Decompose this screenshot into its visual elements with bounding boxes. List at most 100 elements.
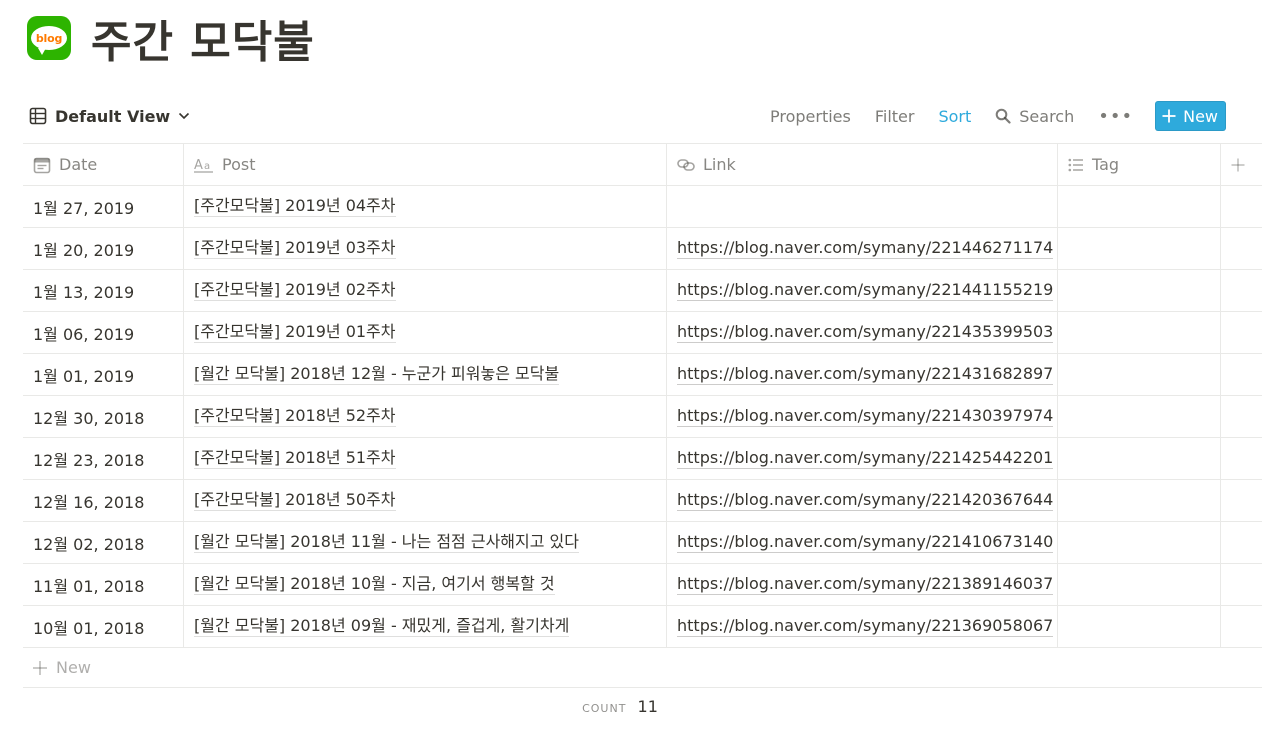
table-row[interactable]: 1월 01, 2019 [월간 모닥불] 2018년 12월 - 누군가 피워놓은… xyxy=(23,354,1262,396)
column-header-date[interactable]: Date xyxy=(23,144,184,185)
calendar-icon xyxy=(33,157,51,173)
add-row-button[interactable]: New xyxy=(23,648,1262,688)
date-cell[interactable]: 1월 01, 2019 xyxy=(23,354,184,395)
empty-cell xyxy=(1221,522,1262,563)
empty-cell xyxy=(1221,606,1262,647)
tag-cell[interactable] xyxy=(1058,522,1221,563)
link-cell[interactable]: https://blog.naver.com/symany/2213690580… xyxy=(667,606,1058,647)
date-cell[interactable]: 12월 23, 2018 xyxy=(23,438,184,479)
naver-blog-icon[interactable]: blog xyxy=(27,16,71,60)
column-label: Date xyxy=(59,155,98,174)
post-cell[interactable]: [월간 모닥불] 2018년 12월 - 누군가 피워놓은 모닥불 xyxy=(184,354,667,395)
link-url: https://blog.naver.com/symany/2213690580… xyxy=(677,616,1054,637)
new-button-label: New xyxy=(1183,106,1218,126)
table-row[interactable]: 1월 27, 2019 [주간모닥불] 2019년 04주차 xyxy=(23,186,1262,228)
post-cell[interactable]: [주간모닥불] 2018년 52주차 xyxy=(184,396,667,437)
chevron-down-icon xyxy=(179,112,190,120)
link-cell[interactable] xyxy=(667,186,1058,227)
search-button[interactable]: Search xyxy=(983,101,1086,131)
empty-cell xyxy=(1221,186,1262,227)
search-icon xyxy=(995,108,1011,124)
date-value: 10월 01, 2018 xyxy=(33,618,145,638)
link-cell[interactable]: https://blog.naver.com/symany/2213891460… xyxy=(667,564,1058,605)
post-cell[interactable]: [월간 모닥불] 2018년 10월 - 지금, 여기서 행복할 것 xyxy=(184,564,667,605)
plus-icon xyxy=(1231,158,1244,171)
table-row[interactable]: 12월 16, 2018 [주간모닥불] 2018년 50주차 https://bl… xyxy=(23,480,1262,522)
tag-cell[interactable] xyxy=(1058,186,1221,227)
table-row[interactable]: 1월 13, 2019 [주간모닥불] 2019년 02주차 https://blo… xyxy=(23,270,1262,312)
table-row[interactable]: 1월 20, 2019 [주간모닥불] 2019년 03주차 https://blo… xyxy=(23,228,1262,270)
count-label: COUNT xyxy=(582,702,627,715)
link-cell[interactable]: https://blog.naver.com/symany/2214411552… xyxy=(667,270,1058,311)
table-row[interactable]: 1월 06, 2019 [주간모닥불] 2019년 01주차 https://blo… xyxy=(23,312,1262,354)
count-value: 11 xyxy=(637,697,658,716)
table-row[interactable]: 10월 01, 2018 [월간 모닥불] 2018년 09월 - 재밌게, 즐겁… xyxy=(23,606,1262,648)
link-cell[interactable]: https://blog.naver.com/symany/2214254422… xyxy=(667,438,1058,479)
filter-button[interactable]: Filter xyxy=(863,101,927,131)
tag-cell[interactable] xyxy=(1058,564,1221,605)
date-cell[interactable]: 12월 16, 2018 xyxy=(23,480,184,521)
add-property-button[interactable] xyxy=(1221,144,1262,185)
tag-cell[interactable] xyxy=(1058,312,1221,353)
date-cell[interactable]: 1월 20, 2019 xyxy=(23,228,184,269)
sort-button[interactable]: Sort xyxy=(926,101,983,131)
post-cell[interactable]: [주간모닥불] 2018년 51주차 xyxy=(184,438,667,479)
column-header-link[interactable]: Link xyxy=(667,144,1058,185)
list-icon xyxy=(1068,158,1083,171)
tag-cell[interactable] xyxy=(1058,228,1221,269)
svg-text:a: a xyxy=(204,161,210,172)
date-value: 1월 13, 2019 xyxy=(33,282,135,302)
post-cell[interactable]: [월간 모닥불] 2018년 11월 - 나는 점점 근사해지고 있다 xyxy=(184,522,667,563)
page-title[interactable]: 주간 모닥불 xyxy=(91,6,315,70)
add-row-label: New xyxy=(56,658,91,677)
tag-cell[interactable] xyxy=(1058,480,1221,521)
post-title: [주간모닥불] 2019년 04주차 xyxy=(194,196,396,217)
empty-cell xyxy=(1221,312,1262,353)
search-label: Search xyxy=(1019,106,1075,126)
post-cell[interactable]: [월간 모닥불] 2018년 09월 - 재밌게, 즐겁게, 활기차게 xyxy=(184,606,667,647)
table-body: 1월 27, 2019 [주간모닥불] 2019년 04주차 1월 20, 2019… xyxy=(23,186,1262,648)
date-cell[interactable]: 12월 30, 2018 xyxy=(23,396,184,437)
post-title: [주간모닥불] 2018년 52주차 xyxy=(194,406,396,427)
link-cell[interactable]: https://blog.naver.com/symany/2214353995… xyxy=(667,312,1058,353)
view-selector-button[interactable]: Default View xyxy=(23,101,204,131)
link-cell[interactable]: https://blog.naver.com/symany/2214106731… xyxy=(667,522,1058,563)
link-cell[interactable]: https://blog.naver.com/symany/2214303979… xyxy=(667,396,1058,437)
date-cell[interactable]: 11월 01, 2018 xyxy=(23,564,184,605)
tag-cell[interactable] xyxy=(1058,396,1221,437)
table-row[interactable]: 12월 30, 2018 [주간모닥불] 2018년 52주차 https://bl… xyxy=(23,396,1262,438)
tag-cell[interactable] xyxy=(1058,606,1221,647)
post-cell[interactable]: [주간모닥불] 2019년 04주차 xyxy=(184,186,667,227)
tag-cell[interactable] xyxy=(1058,270,1221,311)
post-cell[interactable]: [주간모닥불] 2019년 03주차 xyxy=(184,228,667,269)
properties-button[interactable]: Properties xyxy=(758,101,863,131)
link-url: https://blog.naver.com/symany/2214203676… xyxy=(677,490,1054,511)
post-cell[interactable]: [주간모닥불] 2018년 50주차 xyxy=(184,480,667,521)
count-footer: COUNT 11 xyxy=(0,697,1240,716)
table-row[interactable]: 12월 23, 2018 [주간모닥불] 2018년 51주차 https://bl… xyxy=(23,438,1262,480)
date-cell[interactable]: 12월 02, 2018 xyxy=(23,522,184,563)
link-cell[interactable]: https://blog.naver.com/symany/2214316828… xyxy=(667,354,1058,395)
database-table: Date A a Post Link Tag 1월 27, 2019 [주간모닥… xyxy=(23,143,1262,688)
table-row[interactable]: 11월 01, 2018 [월간 모닥불] 2018년 10월 - 지금, 여기서… xyxy=(23,564,1262,606)
tag-cell[interactable] xyxy=(1058,438,1221,479)
date-cell[interactable]: 1월 06, 2019 xyxy=(23,312,184,353)
link-cell[interactable]: https://blog.naver.com/symany/2214462711… xyxy=(667,228,1058,269)
post-cell[interactable]: [주간모닥불] 2019년 01주차 xyxy=(184,312,667,353)
date-cell[interactable]: 1월 27, 2019 xyxy=(23,186,184,227)
empty-cell xyxy=(1221,354,1262,395)
post-cell[interactable]: [주간모닥불] 2019년 02주차 xyxy=(184,270,667,311)
table-row[interactable]: 12월 02, 2018 [월간 모닥불] 2018년 11월 - 나는 점점 근… xyxy=(23,522,1262,564)
speech-bubble: blog xyxy=(31,26,67,55)
link-cell[interactable]: https://blog.naver.com/symany/2214203676… xyxy=(667,480,1058,521)
column-header-post[interactable]: A a Post xyxy=(184,144,667,185)
date-cell[interactable]: 10월 01, 2018 xyxy=(23,606,184,647)
date-value: 12월 30, 2018 xyxy=(33,408,145,428)
more-options-icon[interactable]: ••• xyxy=(1086,101,1145,131)
date-cell[interactable]: 1월 13, 2019 xyxy=(23,270,184,311)
post-title: [월간 모닥불] 2018년 10월 - 지금, 여기서 행복할 것 xyxy=(194,574,555,595)
date-value: 12월 02, 2018 xyxy=(33,534,145,554)
tag-cell[interactable] xyxy=(1058,354,1221,395)
new-button[interactable]: New xyxy=(1155,101,1226,131)
column-header-tag[interactable]: Tag xyxy=(1058,144,1221,185)
